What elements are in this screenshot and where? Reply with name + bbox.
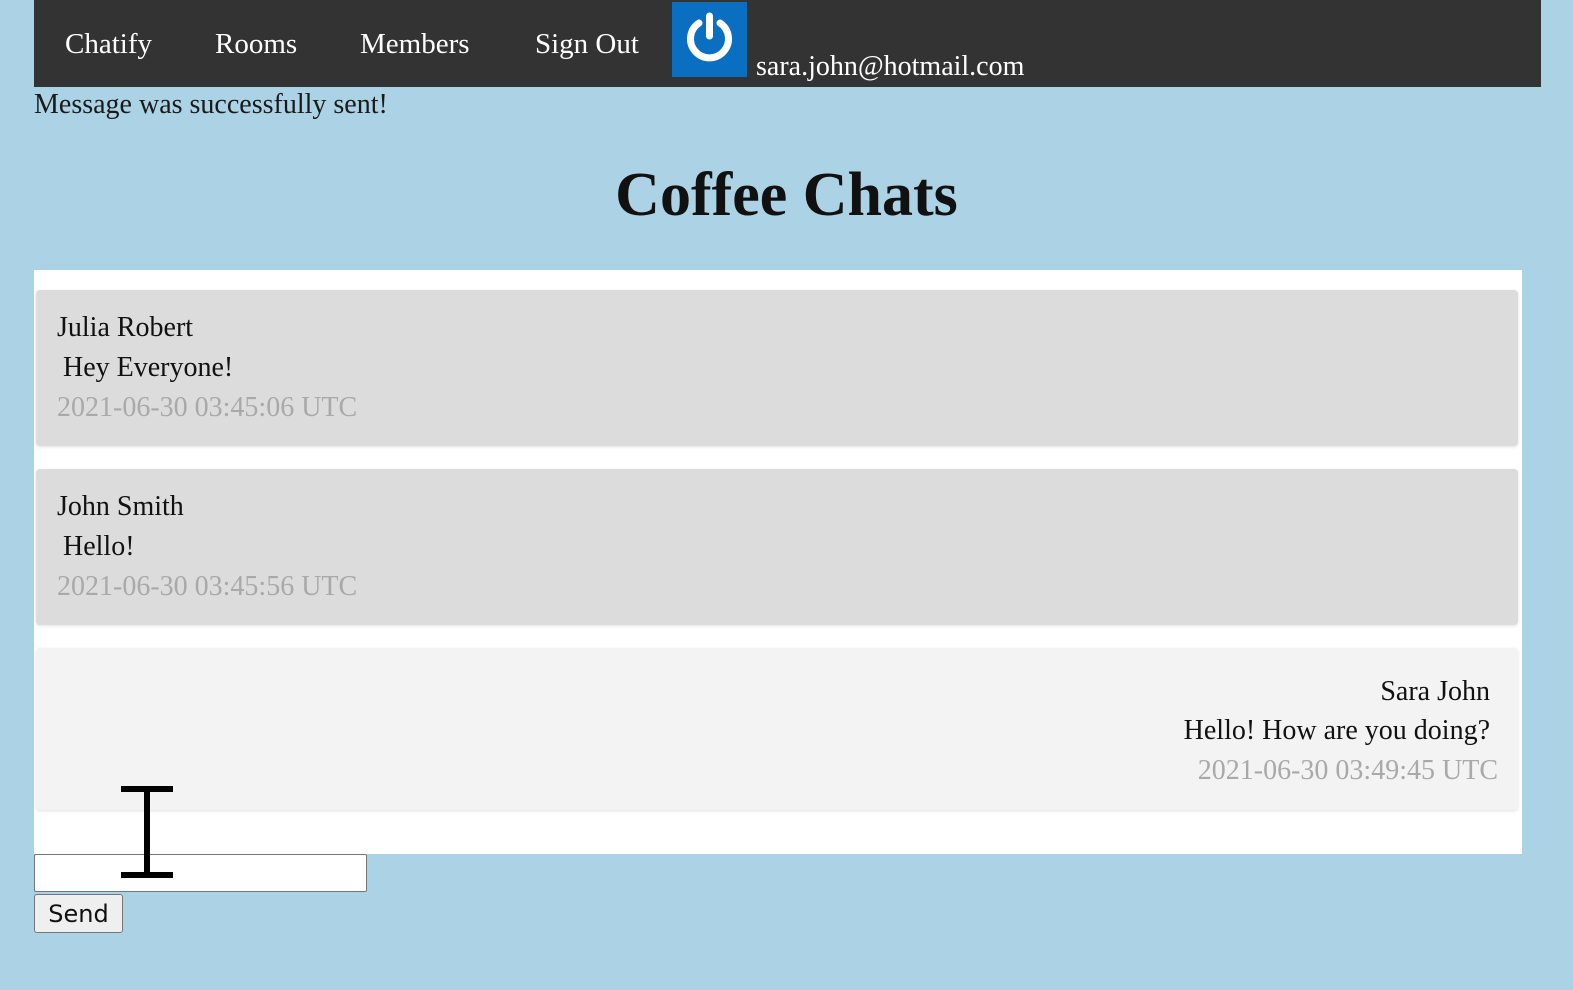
nav-members-link[interactable]: Members bbox=[360, 24, 470, 64]
page-title: Coffee Chats bbox=[615, 161, 958, 229]
message-item: John Smith Hello! 2021-06-30 03:45:56 UT… bbox=[36, 469, 1518, 625]
message-text: Hello! bbox=[63, 531, 135, 562]
nav-sign-out-link[interactable]: Sign Out bbox=[535, 24, 639, 64]
message-input[interactable] bbox=[34, 854, 367, 892]
user-email: sara.john@hotmail.com bbox=[756, 51, 1025, 82]
message-timestamp: 2021-06-30 03:45:06 UTC bbox=[57, 392, 358, 423]
chat-page: Chatify Rooms Members Sign Out sara.john… bbox=[0, 0, 1573, 990]
nav-rooms-link[interactable]: Rooms bbox=[215, 24, 297, 64]
message-text: Hey Everyone! bbox=[63, 352, 234, 383]
power-button[interactable] bbox=[672, 2, 747, 77]
message-text: Hello! How are you doing? bbox=[1183, 715, 1490, 746]
top-navbar: Chatify Rooms Members Sign Out sara.john… bbox=[34, 0, 1541, 87]
own-message-item: Sara John Hello! How are you doing? 2021… bbox=[36, 648, 1518, 810]
message-author: Sara John bbox=[1380, 676, 1490, 707]
message-timestamp: 2021-06-30 03:49:45 UTC bbox=[1197, 755, 1498, 786]
messages-container: Julia Robert Hey Everyone! 2021-06-30 03… bbox=[34, 270, 1522, 854]
send-button[interactable]: Send bbox=[34, 894, 123, 933]
power-icon bbox=[687, 12, 732, 62]
message-author: John Smith bbox=[57, 491, 184, 522]
message-item: Julia Robert Hey Everyone! 2021-06-30 03… bbox=[36, 290, 1518, 446]
nav-brand-link[interactable]: Chatify bbox=[65, 24, 152, 64]
flash-notice: Message was successfully sent! bbox=[34, 89, 388, 120]
message-timestamp: 2021-06-30 03:45:56 UTC bbox=[57, 571, 358, 602]
message-author: Julia Robert bbox=[57, 312, 194, 343]
